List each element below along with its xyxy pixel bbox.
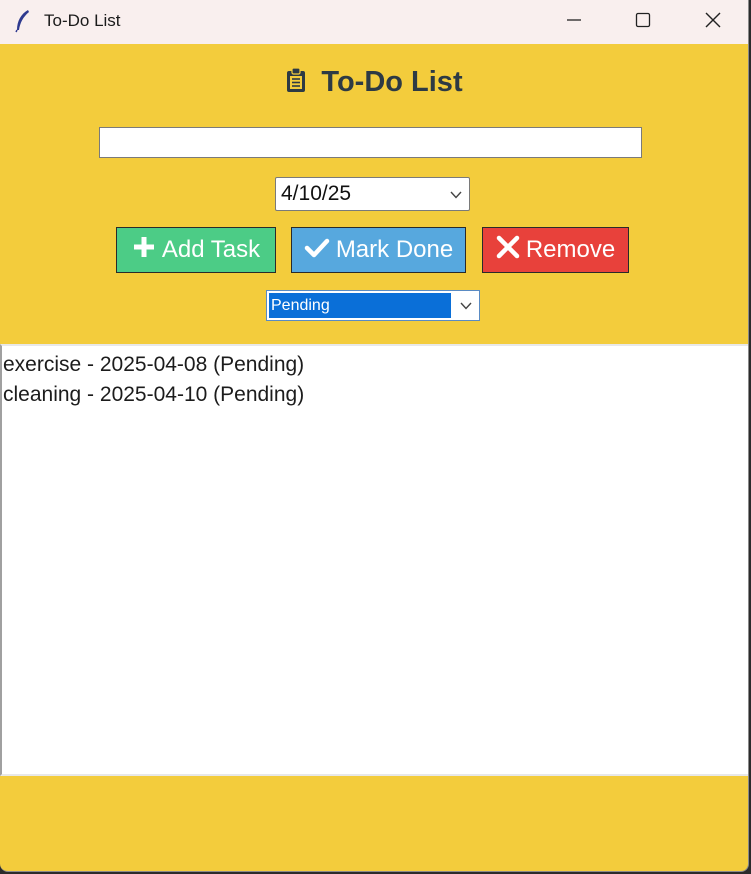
maximize-icon <box>635 12 651 33</box>
clipboard-icon <box>285 66 307 98</box>
remove-label: Remove <box>525 236 616 263</box>
add-task-label: Add Task <box>161 236 261 263</box>
list-item[interactable]: exercise - 2025-04-08 (Pending) <box>2 350 748 380</box>
add-task-button[interactable]: Add Task <box>116 227 276 273</box>
app-window: To-Do List To-Do List 4/10/25 Add Task M… <box>0 0 749 872</box>
close-button[interactable] <box>678 0 748 44</box>
date-value: 4/10/25 <box>281 182 352 205</box>
title-bar[interactable]: To-Do List <box>0 0 748 44</box>
title-text: To-Do List <box>321 65 463 98</box>
date-picker[interactable]: 4/10/25 <box>275 177 470 211</box>
list-item[interactable]: cleaning - 2025-04-10 (Pending) <box>2 380 748 410</box>
x-icon <box>496 235 520 266</box>
mark-done-button[interactable]: Mark Done <box>291 227 466 273</box>
maximize-button[interactable] <box>608 0 678 44</box>
plus-icon <box>132 235 156 266</box>
minimize-button[interactable] <box>539 0 609 44</box>
task-list[interactable]: exercise - 2025-04-08 (Pending) cleaning… <box>0 344 748 776</box>
status-filter-value: Pending <box>269 293 451 318</box>
window-title: To-Do List <box>44 11 121 30</box>
page-title: To-Do List <box>0 62 748 102</box>
status-filter-dropdown[interactable]: Pending <box>266 290 480 321</box>
remove-button[interactable]: Remove <box>482 227 629 273</box>
task-input[interactable] <box>99 127 642 158</box>
chevron-down-icon[interactable] <box>449 188 463 202</box>
minimize-icon <box>566 12 582 33</box>
feather-icon <box>14 9 32 33</box>
close-icon <box>704 11 722 34</box>
mark-done-label: Mark Done <box>335 236 454 263</box>
chevron-down-icon[interactable] <box>459 299 473 313</box>
checkmark-icon <box>304 235 330 266</box>
